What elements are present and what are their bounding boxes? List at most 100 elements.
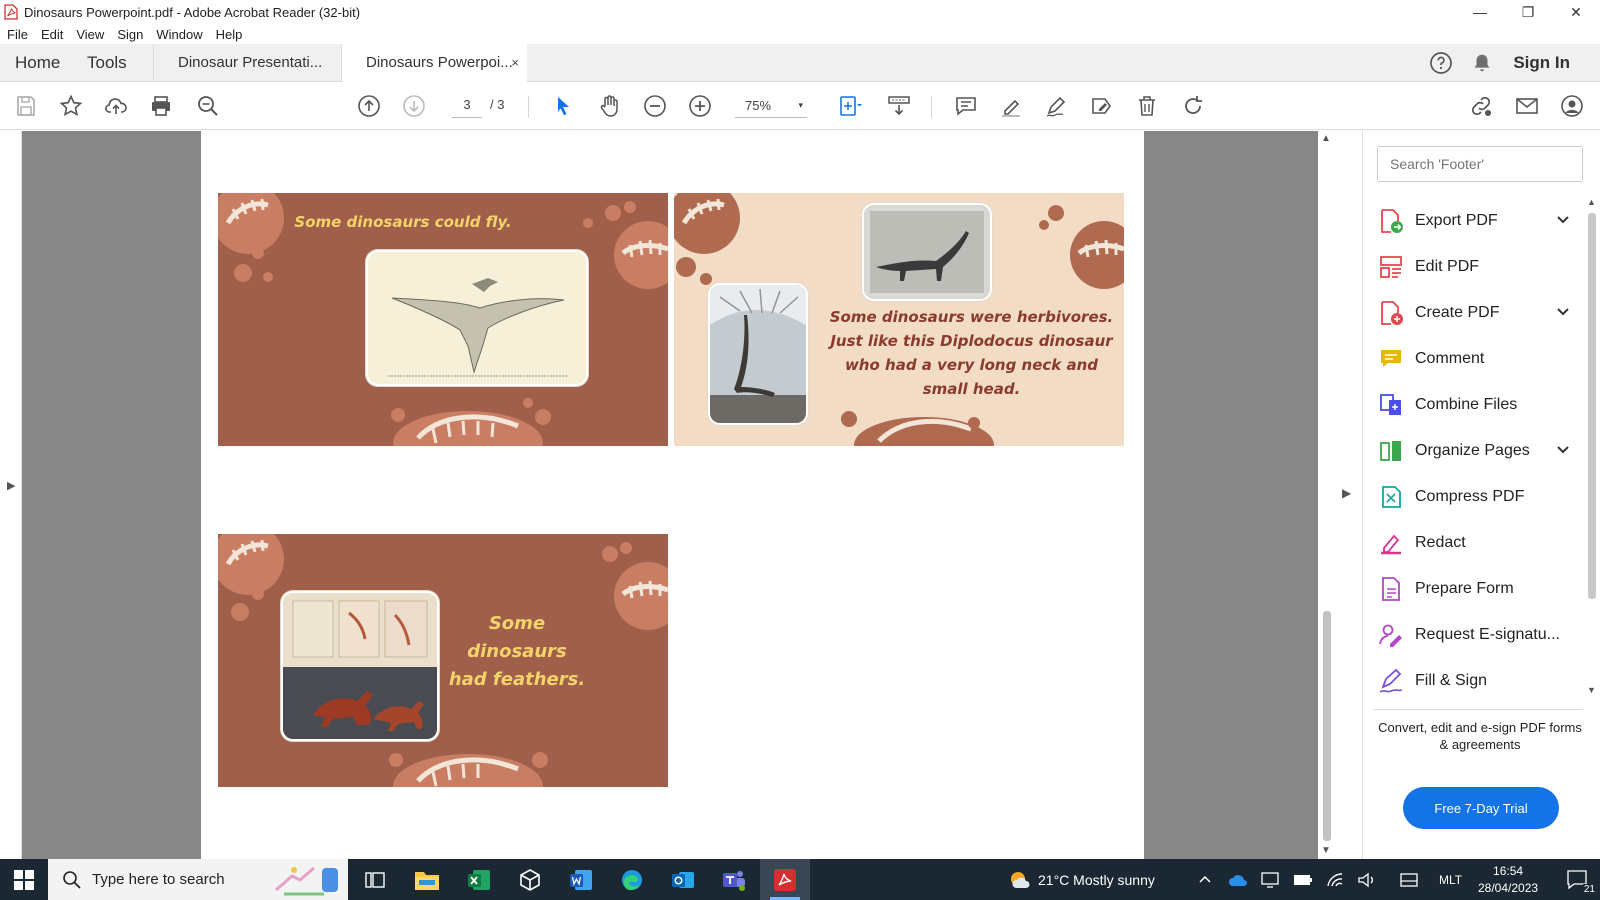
tool-combine-files[interactable]: Combine Files: [1377, 389, 1577, 421]
upload-cloud-button[interactable]: [102, 92, 130, 120]
bookmark-star-button[interactable]: [57, 92, 85, 120]
tab-tools[interactable]: Tools: [87, 44, 127, 82]
next-page-button[interactable]: [400, 92, 428, 120]
slide-caption-line: Some dinosaurs: [467, 613, 567, 662]
restore-button[interactable]: ❐: [1504, 0, 1552, 24]
plus-circle-icon: [689, 95, 711, 117]
excel-taskbar-button[interactable]: [454, 859, 504, 900]
scroll-down-icon[interactable]: ▼: [1587, 685, 1596, 695]
acrobat-taskbar-button[interactable]: [760, 859, 810, 900]
rotate-button[interactable]: [1179, 92, 1207, 120]
menu-sign[interactable]: Sign: [110, 27, 149, 42]
scroll-up-icon[interactable]: ▲: [1587, 197, 1596, 207]
clock-time: 16:54: [1493, 863, 1524, 878]
menu-window[interactable]: Window: [149, 27, 208, 42]
minimize-button[interactable]: —: [1456, 0, 1504, 24]
start-button[interactable]: [0, 859, 48, 900]
chevron-down-icon[interactable]: [1555, 212, 1571, 228]
cloud-upload-icon: [105, 98, 127, 114]
fit-page-button[interactable]: [830, 92, 870, 120]
tool-organize-pages[interactable]: Organize Pages: [1377, 435, 1577, 467]
menu-file[interactable]: File: [0, 27, 34, 42]
zoom-level-dropdown[interactable]: 75% ▾: [735, 92, 807, 118]
onedrive-tray[interactable]: [1228, 859, 1248, 900]
tool-create-pdf[interactable]: Create PDF: [1377, 297, 1577, 329]
teams-taskbar-button[interactable]: [709, 859, 759, 900]
print-button[interactable]: [147, 92, 175, 120]
notifications-bell-icon[interactable]: [1471, 52, 1493, 74]
scroll-down-icon[interactable]: ▼: [1321, 845, 1331, 856]
envelope-icon: [1516, 98, 1538, 114]
word-taskbar-button[interactable]: [556, 859, 606, 900]
find-text-button[interactable]: [194, 92, 222, 120]
tools-search-input[interactable]: [1377, 146, 1583, 182]
share-link-button[interactable]: [1467, 92, 1495, 120]
pdf-page: Some dinosaurs could fly. Some dinosaurs…: [201, 131, 1144, 859]
document-scrollbar[interactable]: ▲ ▼: [1318, 131, 1336, 859]
select-tool-button[interactable]: [549, 92, 577, 120]
sign-in-link[interactable]: Sign In: [1513, 53, 1570, 73]
wifi-tray[interactable]: [1326, 859, 1344, 900]
tool-prepare-form[interactable]: Prepare Form: [1377, 573, 1577, 605]
draw-tool-button[interactable]: [1042, 92, 1070, 120]
chevron-down-icon[interactable]: [1555, 304, 1571, 320]
page-number-input[interactable]: [452, 92, 482, 118]
tab-home[interactable]: Home: [15, 44, 60, 82]
scroll-up-icon[interactable]: ▲: [1321, 133, 1331, 144]
scrollbar-thumb[interactable]: [1323, 611, 1331, 841]
tool-comment[interactable]: Comment: [1377, 343, 1577, 375]
folder-icon: [415, 871, 439, 890]
zoom-out-button[interactable]: [641, 92, 669, 120]
display-tray[interactable]: [1261, 859, 1279, 900]
battery-tray[interactable]: [1293, 859, 1313, 900]
outlook-taskbar-button[interactable]: [658, 859, 708, 900]
highlight-tool-button[interactable]: [997, 92, 1025, 120]
menu-edit[interactable]: Edit: [34, 27, 69, 42]
close-tab-icon[interactable]: ×: [511, 44, 519, 82]
delete-button[interactable]: [1133, 92, 1161, 120]
slide-caption: Some dinosaurs had feathers.: [438, 610, 596, 694]
hand-tool-button[interactable]: [595, 92, 623, 120]
help-icon[interactable]: [1429, 51, 1453, 75]
document-tab-powerpoint[interactable]: Dinosaurs Powerpoi... ×: [341, 44, 527, 83]
edge-taskbar-button[interactable]: [607, 859, 657, 900]
3d-app-taskbar-button[interactable]: [505, 859, 555, 900]
previous-page-button[interactable]: [355, 92, 383, 120]
keyboard-layout-tray[interactable]: [1400, 859, 1418, 900]
close-window-button[interactable]: ✕: [1552, 0, 1600, 24]
menu-view[interactable]: View: [69, 27, 110, 42]
taskbar-search-box[interactable]: Type here to search: [48, 859, 348, 900]
fill-sign-icon: [1379, 668, 1403, 693]
free-trial-button[interactable]: Free 7-Day Trial: [1403, 787, 1559, 829]
scrollbar-thumb[interactable]: [1588, 213, 1596, 599]
tool-redact[interactable]: Redact: [1377, 527, 1577, 559]
chevron-down-icon[interactable]: [1555, 442, 1571, 458]
tool-edit-pdf[interactable]: Edit PDF: [1377, 251, 1577, 283]
document-viewer[interactable]: Some dinosaurs could fly. Some dinosaurs…: [22, 131, 1322, 859]
tools-panel-scrollbar[interactable]: ▲ ▼: [1585, 197, 1599, 699]
language-indicator[interactable]: MLT: [1439, 859, 1462, 900]
weather-widget[interactable]: 21°C Mostly sunny: [1008, 859, 1155, 900]
volume-tray[interactable]: [1358, 859, 1376, 900]
zoom-in-button[interactable]: [686, 92, 714, 120]
task-view-button[interactable]: [350, 859, 400, 900]
share-user-button[interactable]: [1558, 92, 1586, 120]
document-tab-label: Dinosaur Presentati...: [178, 54, 323, 71]
comment-tool-button[interactable]: [952, 92, 980, 120]
notification-center-button[interactable]: 21: [1556, 859, 1600, 900]
scroll-mode-button[interactable]: [885, 92, 913, 120]
clock[interactable]: 16:54 28/04/2023: [1478, 859, 1538, 900]
menu-help[interactable]: Help: [209, 27, 249, 42]
tool-fill-sign[interactable]: Fill & Sign: [1377, 665, 1577, 697]
collapse-right-panel-icon[interactable]: ▶: [1342, 486, 1351, 500]
document-tab-presentation[interactable]: Dinosaur Presentati...: [153, 44, 341, 82]
tool-request-esignature[interactable]: Request E-signatu...: [1377, 619, 1577, 651]
tool-compress-pdf[interactable]: Compress PDF: [1377, 481, 1577, 513]
show-hidden-icons-button[interactable]: [1198, 859, 1212, 900]
save-button[interactable]: [12, 92, 40, 120]
file-explorer-taskbar-button[interactable]: [402, 859, 452, 900]
email-button[interactable]: [1513, 92, 1541, 120]
tool-export-pdf[interactable]: Export PDF: [1377, 205, 1577, 237]
expand-left-panel-icon[interactable]: ▶: [7, 479, 15, 492]
edit-text-button[interactable]: [1088, 92, 1116, 120]
